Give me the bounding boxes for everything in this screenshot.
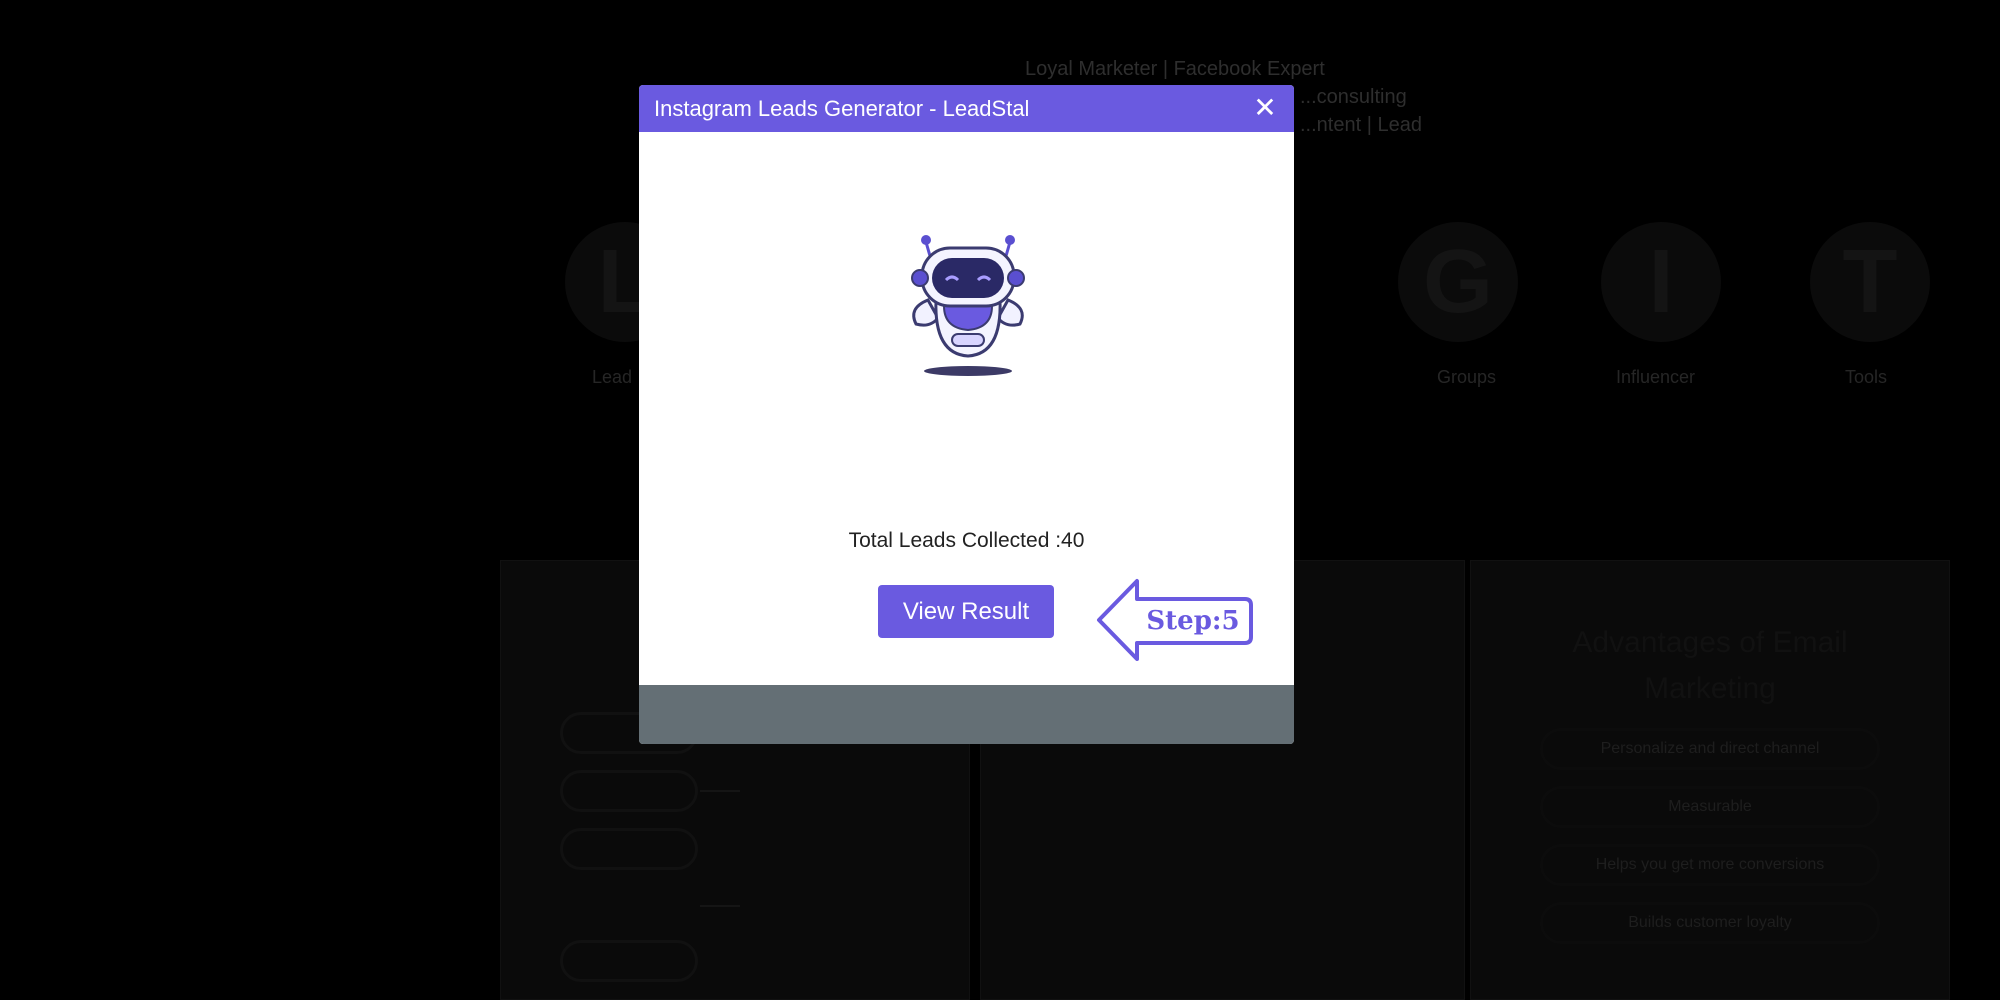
category-label: Tools: [1845, 367, 1888, 387]
category-circle[interactable]: G: [1398, 222, 1518, 342]
modal-title: Instagram Leads Generator - LeadStal: [654, 95, 1030, 121]
bg-pill: [560, 828, 698, 870]
category-label: Influencer: [1616, 367, 1696, 387]
view-result-button[interactable]: View Result: [878, 585, 1054, 638]
bg-connector: [700, 905, 740, 907]
modal-footer: [639, 685, 1294, 744]
bg-card-heading: Advantages of Email Marketing: [1572, 626, 1848, 705]
bg-card-item: Measurable: [1540, 786, 1880, 828]
modal-header: Instagram Leads Generator - LeadStal ✕: [639, 85, 1294, 132]
bg-card-item: Helps you get more conversions: [1540, 844, 1880, 886]
bg-text-line: Loyal Marketer | Facebook Expert: [1025, 58, 1325, 80]
category-label: Groups: [1437, 367, 1497, 387]
category-label: Lead: [592, 367, 633, 387]
bg-card-item: Personalize and direct channel: [1540, 728, 1880, 770]
leads-label: Total Leads Collected :: [848, 529, 1062, 552]
step-label: Step:5: [1146, 606, 1239, 636]
left-arrow-icon: Step:5: [1097, 579, 1253, 661]
robot-mascot-icon: [911, 235, 1025, 376]
bg-connector: [700, 790, 740, 792]
bg-text-line: ...consulting: [1300, 86, 1407, 108]
bg-pill: [560, 940, 698, 982]
category-circle[interactable]: I: [1601, 222, 1721, 342]
bg-text-line: ...ntent | Lead: [1300, 114, 1422, 136]
total-leads-text: Total Leads Collected : 40: [639, 529, 1294, 553]
bg-card-item: Builds customer loyalty: [1540, 902, 1880, 944]
close-icon[interactable]: ✕: [1250, 93, 1280, 123]
leads-count: 40: [1061, 529, 1085, 552]
category-circle[interactable]: T: [1810, 222, 1930, 342]
leads-generator-modal: Instagram Leads Generator - LeadStal ✕ T…: [639, 85, 1294, 744]
bg-pill: [560, 770, 698, 812]
